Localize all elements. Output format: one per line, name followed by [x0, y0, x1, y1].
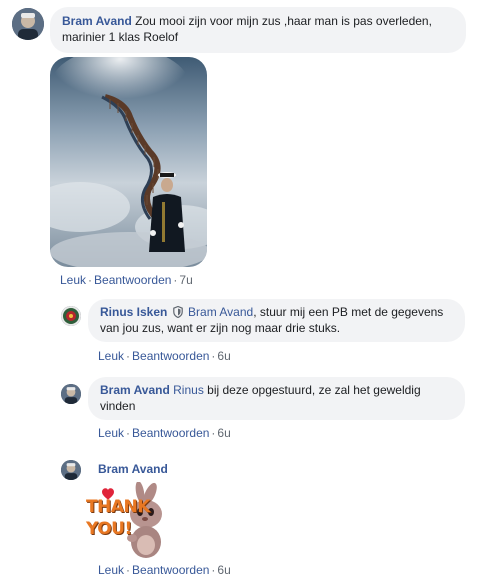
reply-mention[interactable]: Rinus: [173, 383, 204, 397]
reply-actions: Leuk · Beantwoorden · 6u: [98, 563, 231, 577]
comment-author[interactable]: Bram Avand: [62, 14, 132, 28]
reply-timestamp[interactable]: 6u: [217, 426, 230, 440]
avatar[interactable]: [61, 306, 81, 326]
reply-timestamp[interactable]: 6u: [217, 563, 230, 577]
reply-author[interactable]: Rinus Isken: [100, 305, 167, 319]
avatar[interactable]: [12, 8, 44, 40]
reply-link[interactable]: Beantwoorden: [132, 426, 209, 440]
avatar[interactable]: [61, 460, 81, 480]
separator: ·: [126, 563, 131, 577]
separator: ·: [88, 273, 93, 287]
reply-timestamp[interactable]: 6u: [217, 349, 230, 363]
marine-emblem-avatar-icon: [61, 306, 81, 326]
separator: ·: [211, 349, 216, 363]
reply-link[interactable]: Beantwoorden: [132, 349, 209, 363]
reply-link[interactable]: Beantwoorden: [94, 273, 171, 287]
avatar[interactable]: [61, 384, 81, 404]
like-link[interactable]: Leuk: [98, 426, 124, 440]
separator: ·: [211, 426, 216, 440]
reply-bubble: Bram Avand Rinus bij deze opgestuurd, ze…: [88, 377, 465, 420]
thank-you-sticker[interactable]: THANK YOU!: [84, 481, 170, 562]
stairway-to-heaven-image: [50, 57, 207, 267]
reply-mention[interactable]: Bram Avand: [188, 305, 253, 319]
like-link[interactable]: Leuk: [98, 349, 124, 363]
reply-actions: Leuk · Beantwoorden · 6u: [98, 349, 231, 363]
like-link[interactable]: Leuk: [60, 273, 86, 287]
user-avatar-icon: [61, 460, 81, 480]
comment-photo[interactable]: [50, 57, 207, 267]
separator: ·: [211, 563, 216, 577]
like-link[interactable]: Leuk: [98, 563, 124, 577]
separator: ·: [173, 273, 178, 287]
reply-bubble: Rinus Isken Bram Avand, stuur mij een PB…: [88, 299, 465, 342]
separator: ·: [126, 349, 131, 363]
reply-link[interactable]: Beantwoorden: [132, 563, 209, 577]
reply-author[interactable]: Bram Avand: [100, 383, 170, 397]
comment-actions: Leuk · Beantwoorden · 7u: [60, 273, 193, 287]
user-avatar-icon: [12, 8, 44, 40]
shield-badge-icon: [172, 306, 183, 318]
sticker-text: THANK YOU!: [86, 497, 150, 539]
reply-actions: Leuk · Beantwoorden · 6u: [98, 426, 231, 440]
user-avatar-icon: [61, 384, 81, 404]
reply-author[interactable]: Bram Avand: [98, 462, 168, 476]
comment-bubble: Bram Avand Zou mooi zijn voor mijn zus ,…: [50, 7, 466, 53]
separator: ·: [126, 426, 131, 440]
comment-timestamp[interactable]: 7u: [179, 273, 192, 287]
